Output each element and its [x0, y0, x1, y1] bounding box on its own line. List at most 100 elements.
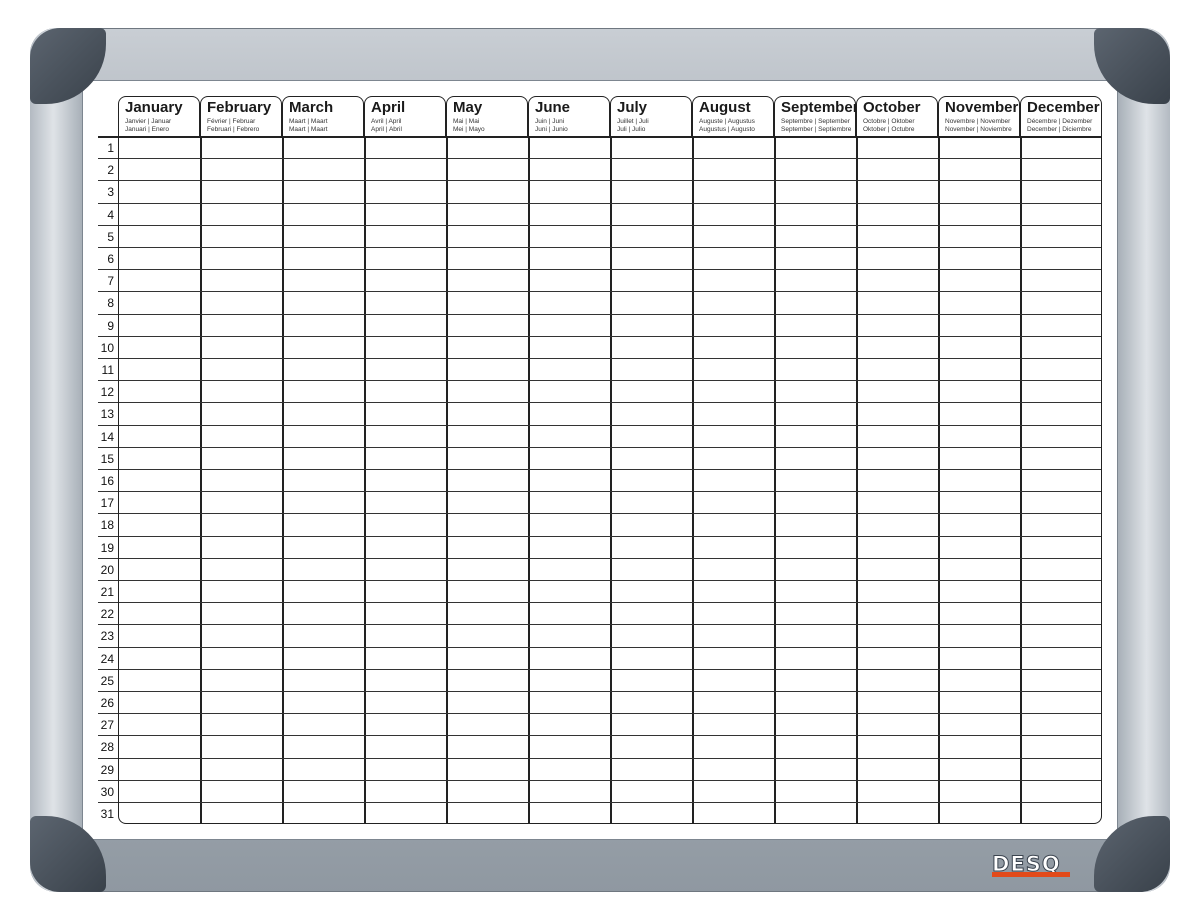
- month-name: December: [1027, 99, 1100, 116]
- day-number: 25: [100, 673, 114, 688]
- day-number: 15: [100, 451, 114, 466]
- column-divider: [938, 136, 940, 824]
- row-divider: [98, 158, 1102, 160]
- month-translation-2: November | Noviembre: [945, 126, 1012, 133]
- row-divider: [98, 735, 1102, 737]
- day-number: 9: [107, 318, 114, 333]
- month-name: February: [207, 99, 272, 116]
- day-number: 27: [100, 718, 114, 733]
- row-divider: [98, 358, 1102, 359]
- month-name: March: [289, 99, 334, 116]
- month-header-october: October Octobre | Oktober Oktober | Octubr…: [856, 96, 938, 136]
- month-translation-1: Avril | April: [371, 118, 402, 125]
- row-divider: [98, 269, 1102, 271]
- day-number: 29: [100, 762, 114, 777]
- month-name: May: [453, 99, 483, 116]
- month-translation-1: Février | Februar: [207, 118, 256, 125]
- row-divider: [98, 446, 1102, 448]
- column-divider: [200, 136, 202, 824]
- column-divider: [692, 136, 694, 824]
- month-header-february: February Février | Februar Februari | Febr…: [200, 96, 282, 136]
- row-divider: [98, 757, 1102, 759]
- month-header-september: September Septembre | September September …: [774, 96, 859, 136]
- month-header-december: December Décembre | Dezember December | Di…: [1020, 96, 1102, 136]
- day-number: 20: [100, 562, 114, 577]
- row-divider: [98, 424, 1102, 426]
- column-divider: [774, 136, 776, 824]
- day-number: 6: [107, 252, 114, 266]
- day-number: 22: [100, 607, 114, 622]
- day-number: 2: [107, 163, 114, 178]
- month-name: July: [617, 99, 648, 116]
- month-name: April: [371, 99, 406, 116]
- month-name: September: [781, 99, 859, 116]
- column-divider: [446, 136, 448, 824]
- column-divider: [856, 136, 858, 824]
- month-header-july: July Juillet | Juli Juli | Julio: [610, 96, 692, 136]
- month-translation-2: Juni | Junio: [535, 126, 568, 133]
- day-number: 21: [100, 585, 114, 599]
- month-header-january: January Janvier | Januar Januari | Enero: [118, 96, 200, 136]
- month-name: November: [945, 99, 1019, 116]
- month-translation-1: Janvier | Januar: [125, 118, 172, 125]
- month-translation-2: December | Diciembre: [1027, 126, 1092, 133]
- day-number: 4: [107, 207, 114, 222]
- day-number: 30: [100, 784, 114, 799]
- header-base-line: [98, 136, 1102, 138]
- row-divider: [98, 335, 1102, 337]
- day-number: 31: [100, 807, 114, 821]
- month-translation-2: Oktober | Octubre: [863, 126, 915, 133]
- row-divider: [98, 713, 1102, 715]
- day-number: 8: [107, 296, 114, 311]
- month-translation-1: Septembre | September: [781, 118, 850, 125]
- month-name: October: [863, 99, 921, 116]
- month-header-november: November Novembre | November November | No…: [938, 96, 1020, 136]
- day-number: 14: [100, 429, 114, 444]
- month-translation-1: Mai | Mai: [453, 118, 480, 125]
- month-translation-2: Juli | Julio: [617, 126, 646, 133]
- month-header-june: June Juin | Juni Juni | Junio: [528, 96, 610, 136]
- day-number: 3: [107, 185, 114, 200]
- row-divider: [98, 646, 1102, 648]
- month-header-march: March Maart | Maart Maart | Maart: [282, 96, 364, 136]
- row-divider: [98, 779, 1102, 781]
- month-translation-1: Décembre | Dezember: [1027, 118, 1093, 125]
- month-header-august: August Auguste | Augustus Augustus | Augus…: [692, 96, 774, 136]
- month-translation-1: Novembre | November: [945, 118, 1011, 125]
- row-divider: [98, 491, 1102, 493]
- day-number: 23: [100, 629, 114, 644]
- row-divider: [98, 668, 1102, 670]
- day-number: 5: [107, 229, 114, 244]
- month-translation-2: Januari | Enero: [125, 126, 169, 133]
- calendar-grid: [98, 136, 1102, 824]
- day-number: 24: [100, 651, 114, 666]
- column-divider: [364, 136, 366, 824]
- day-number: 17: [100, 496, 114, 511]
- month-name: August: [699, 99, 751, 116]
- month-translation-2: Mei | Mayo: [453, 126, 485, 133]
- month-translation-2: Februari | Febrero: [207, 126, 260, 133]
- month-translation-1: Juillet | Juli: [617, 118, 649, 125]
- row-divider: [98, 180, 1102, 182]
- month-translation-1: Juin | Juni: [535, 118, 565, 125]
- month-translation-2: Augustus | Augusto: [699, 126, 755, 133]
- month-translation-1: Auguste | Augustus: [699, 118, 755, 125]
- brand-logo-bar: [992, 872, 1070, 877]
- row-divider: [98, 580, 1102, 581]
- row-divider: [98, 380, 1102, 382]
- frame-left-rail: [30, 28, 82, 892]
- row-divider: [98, 469, 1102, 470]
- month-translation-2: April | Abril: [371, 126, 402, 133]
- month-translation-2: September | Septiembre: [781, 126, 852, 133]
- day-number: 26: [100, 696, 114, 710]
- row-divider: [98, 802, 1102, 803]
- day-number: 10: [100, 340, 114, 355]
- month-translation-1: Maart | Maart: [289, 118, 328, 125]
- day-number: 7: [107, 274, 114, 289]
- day-number: 18: [100, 518, 114, 533]
- day-number: 19: [100, 540, 114, 555]
- day-number: 11: [101, 363, 114, 377]
- row-divider: [98, 202, 1102, 204]
- month-name: January: [125, 99, 183, 116]
- row-divider: [98, 624, 1102, 626]
